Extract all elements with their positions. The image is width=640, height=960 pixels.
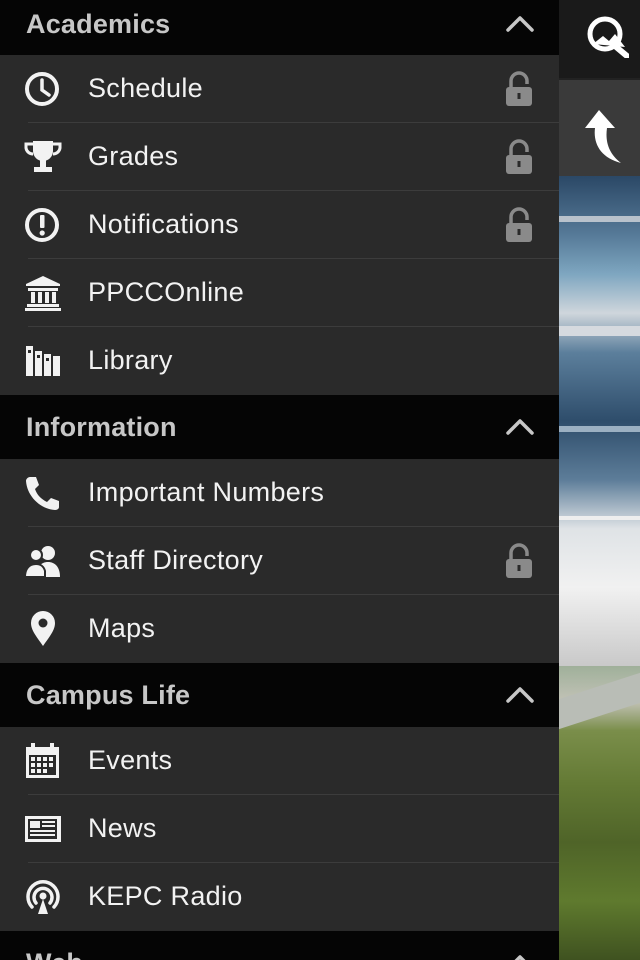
lock-icon — [506, 543, 532, 578]
calendar-icon — [26, 743, 59, 778]
exclamation-icon — [25, 208, 59, 242]
chevron-up-icon[interactable] — [505, 685, 535, 705]
phone-icon — [26, 477, 59, 510]
menu-item-ppcconline[interactable]: PPCCOnline — [0, 259, 559, 327]
menu-item-notifications[interactable]: Notifications — [0, 191, 559, 259]
radio-tower-icon — [26, 880, 60, 914]
building-photo — [559, 176, 640, 666]
menu-item-label: KEPC Radio — [88, 881, 243, 911]
section-header-web[interactable]: Web — [0, 931, 559, 960]
menu-item-grades[interactable]: Grades — [0, 123, 559, 191]
map-pin-icon — [31, 611, 55, 646]
lawn-photo — [559, 666, 640, 960]
app-logo-area — [559, 0, 640, 78]
menu-item-label: Library — [88, 345, 173, 375]
books-icon — [26, 346, 60, 376]
menu-item-label: Maps — [88, 613, 156, 643]
chevron-up-icon[interactable] — [505, 953, 535, 960]
back-arrow-icon — [585, 110, 621, 163]
menu-item-kepc-radio[interactable]: KEPC Radio — [0, 863, 559, 931]
section-header-academics[interactable]: Academics — [0, 0, 559, 55]
menu-item-label: Notifications — [88, 209, 239, 239]
menu-item-schedule[interactable]: Schedule — [0, 55, 559, 123]
menu-item-important-numbers[interactable]: Important Numbers — [0, 459, 559, 527]
clock-icon — [25, 72, 59, 106]
menu-item-news[interactable]: News — [0, 795, 559, 863]
back-button[interactable] — [559, 80, 640, 176]
menu-item-label: PPCCOnline — [88, 277, 245, 307]
menu-item-library[interactable]: Library — [0, 327, 559, 395]
menu-item-staff-directory[interactable]: Staff Directory — [0, 527, 559, 595]
background-campus-photo — [559, 0, 640, 960]
trophy-icon — [24, 141, 62, 172]
lock-icon — [506, 71, 532, 106]
menu-item-events[interactable]: Events — [0, 727, 559, 795]
side-menu: Academics Schedule Grades Notifications … — [0, 0, 559, 960]
section-title: Web — [26, 948, 83, 960]
menu-item-label: Staff Directory — [88, 545, 264, 575]
menu-item-maps[interactable]: Maps — [0, 595, 559, 663]
section-title: Campus Life — [26, 680, 191, 710]
college-logo-icon — [587, 16, 629, 58]
chevron-up-icon[interactable] — [505, 14, 535, 34]
chevron-up-icon[interactable] — [505, 417, 535, 437]
section-header-campus-life[interactable]: Campus Life — [0, 663, 559, 727]
newspaper-icon — [25, 816, 61, 842]
menu-item-label: News — [88, 813, 157, 843]
lock-icon — [506, 207, 532, 242]
menu-item-label: Important Numbers — [88, 477, 325, 507]
section-header-information[interactable]: Information — [0, 395, 559, 459]
people-icon — [24, 546, 60, 578]
section-title: Information — [26, 412, 177, 442]
lock-icon — [506, 139, 532, 174]
menu-item-label: Grades — [88, 141, 179, 171]
menu-item-label: Events — [88, 745, 173, 775]
section-title: Academics — [26, 9, 171, 39]
menu-item-label: Schedule — [88, 73, 203, 103]
institution-icon — [25, 276, 61, 311]
